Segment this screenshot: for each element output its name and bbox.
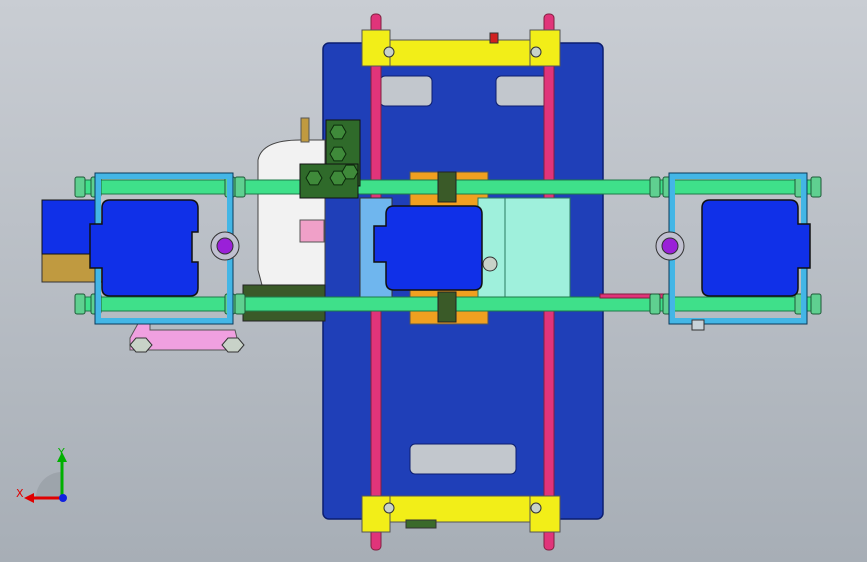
housing-pink-pad — [299, 219, 325, 243]
rod-collar — [649, 176, 661, 198]
clamp-bolt-tr — [530, 46, 542, 58]
plate-slot-top-left — [379, 75, 433, 107]
center-clamp-bottom — [437, 291, 457, 323]
triad-x-arrow — [24, 493, 34, 503]
rod-collar — [810, 176, 822, 198]
triad-x-label: X — [16, 487, 24, 500]
plate-slot-top-right — [495, 75, 549, 107]
red-tab-top — [489, 32, 499, 44]
hex-nut — [329, 146, 347, 162]
blue-block-left — [89, 199, 199, 297]
mint-nut — [482, 256, 498, 272]
hex-nut — [329, 124, 347, 140]
rod-collar — [649, 293, 661, 315]
rod-collar — [74, 176, 86, 198]
rod-collar — [74, 293, 86, 315]
assembly-model[interactable]: Y X — [0, 0, 867, 562]
rod-collar — [234, 293, 246, 315]
small-bolt-bottom-right — [691, 319, 705, 331]
clamp-bolt-br — [530, 502, 542, 514]
yellow-clamp-bottom — [381, 495, 531, 523]
view-triad[interactable]: Y X — [16, 446, 67, 503]
hex-nut — [305, 170, 323, 186]
clamp-bolt-tl — [383, 46, 395, 58]
plate-slot-bottom — [409, 443, 517, 475]
blue-block-center — [373, 205, 483, 291]
bearing-left — [216, 237, 234, 255]
bearing-right — [661, 237, 679, 255]
triad-z-axis — [59, 494, 67, 502]
clamp-bolt-bl — [383, 502, 395, 514]
triad-base — [36, 472, 62, 498]
center-clamp-top — [437, 171, 457, 203]
triad-y-label: Y — [57, 446, 65, 459]
cad-viewport[interactable]: Y X — [0, 0, 867, 562]
motor-housing — [257, 139, 326, 286]
rod-collar — [234, 176, 246, 198]
blue-block-right — [701, 199, 811, 297]
hex-nut — [341, 164, 359, 180]
rod-collar — [810, 293, 822, 315]
motor-shaft — [300, 117, 310, 143]
mint-cylinder — [477, 197, 571, 299]
yellow-clamp-top — [381, 39, 531, 67]
yellow-clamp-bottom-right-post — [529, 495, 561, 533]
small-bolt-bottom — [405, 519, 437, 529]
yellow-clamp-bottom-left-post — [361, 495, 391, 533]
